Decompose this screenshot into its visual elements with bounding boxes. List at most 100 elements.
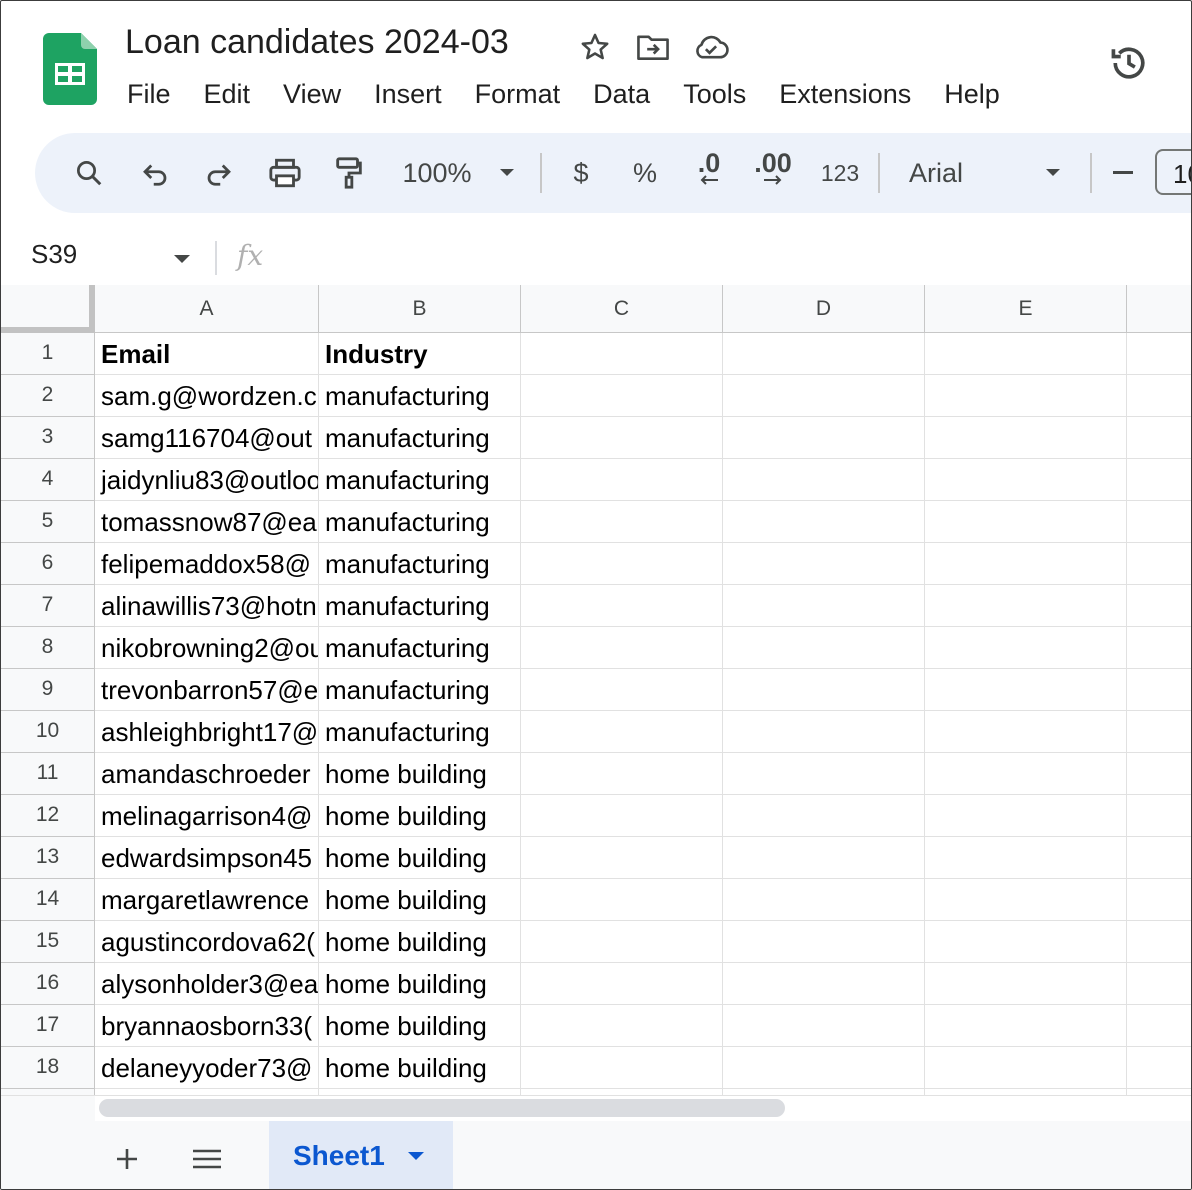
cell-b[interactable]: home building <box>319 879 521 921</box>
cell-d[interactable] <box>723 837 925 879</box>
cell-e[interactable] <box>925 1005 1127 1047</box>
cell-e[interactable] <box>925 543 1127 585</box>
column-header-e[interactable]: E <box>925 285 1127 333</box>
cell-f[interactable] <box>1127 669 1191 711</box>
star-icon[interactable] <box>575 29 615 65</box>
cell-c[interactable] <box>521 711 723 753</box>
cell-b[interactable]: manufacturing <box>319 417 521 459</box>
cell-a[interactable]: amandaschroeder <box>95 753 319 795</box>
cell-d[interactable] <box>723 711 925 753</box>
cell-b[interactable]: home building <box>319 837 521 879</box>
cell-c[interactable] <box>521 753 723 795</box>
cell-f[interactable] <box>1127 459 1191 501</box>
cell-d[interactable] <box>723 417 925 459</box>
column-header-d[interactable]: D <box>723 285 925 333</box>
column-header-a[interactable]: A <box>95 285 319 333</box>
zoom-dropdown-icon[interactable] <box>495 133 519 213</box>
cell-a[interactable]: ashleighbright17@ <box>95 711 319 753</box>
cell-d[interactable] <box>723 585 925 627</box>
cell-c[interactable] <box>521 585 723 627</box>
cell-b[interactable]: home building <box>319 1047 521 1089</box>
cell-d[interactable] <box>723 543 925 585</box>
cell-b[interactable]: home building <box>319 921 521 963</box>
cell-c[interactable] <box>521 375 723 417</box>
cell-b[interactable]: manufacturing <box>319 501 521 543</box>
cell-d[interactable] <box>723 921 925 963</box>
cell-e[interactable] <box>925 711 1127 753</box>
cell-c[interactable] <box>521 669 723 711</box>
cell-f[interactable] <box>1127 795 1191 837</box>
all-sheets-menu-icon[interactable] <box>179 1131 235 1187</box>
cell-c[interactable] <box>521 1005 723 1047</box>
row-header[interactable]: 2 <box>1 375 95 417</box>
row-header[interactable]: 7 <box>1 585 95 627</box>
currency-format-button[interactable]: $ <box>563 133 599 213</box>
cell-f[interactable] <box>1127 921 1191 963</box>
sheets-logo-icon[interactable] <box>43 33 97 105</box>
more-formats-button[interactable]: 123 <box>815 133 865 213</box>
cell-a[interactable]: sam.g@wordzen.c <box>95 375 319 417</box>
cell-a[interactable]: alysonholder3@ea <box>95 963 319 1005</box>
cell-a[interactable]: agustincordova62( <box>95 921 319 963</box>
cell-c[interactable] <box>521 543 723 585</box>
menu-edit[interactable]: Edit <box>194 75 261 114</box>
select-all-corner[interactable] <box>1 285 95 333</box>
row-header[interactable]: 10 <box>1 711 95 753</box>
cell-b[interactable]: manufacturing <box>319 543 521 585</box>
cell-b[interactable]: manufacturing <box>319 375 521 417</box>
paint-format-icon[interactable] <box>329 133 369 213</box>
row-header[interactable]: 9 <box>1 669 95 711</box>
cell-f[interactable] <box>1127 585 1191 627</box>
row-header[interactable]: 12 <box>1 795 95 837</box>
cell-c[interactable] <box>521 501 723 543</box>
cell-b[interactable]: home building <box>319 963 521 1005</box>
row-header[interactable]: 5 <box>1 501 95 543</box>
cell-b[interactable]: home building <box>319 1005 521 1047</box>
cell-d[interactable] <box>723 879 925 921</box>
cell-e[interactable] <box>925 837 1127 879</box>
cell-e[interactable] <box>925 627 1127 669</box>
menu-view[interactable]: View <box>273 75 351 114</box>
cell-b[interactable]: Industry <box>319 333 521 375</box>
column-header-c[interactable]: C <box>521 285 723 333</box>
cell-e[interactable] <box>925 501 1127 543</box>
name-box-dropdown-icon[interactable] <box>173 251 191 269</box>
decrease-decimal-button[interactable]: .0 <box>687 133 731 213</box>
cell-e[interactable] <box>925 921 1127 963</box>
percent-format-button[interactable]: % <box>627 133 663 213</box>
row-header[interactable]: 14 <box>1 879 95 921</box>
font-size-input[interactable]: 10 <box>1155 149 1191 195</box>
menu-insert[interactable]: Insert <box>364 75 452 114</box>
menu-tools[interactable]: Tools <box>673 75 756 114</box>
row-header[interactable]: 6 <box>1 543 95 585</box>
cell-f[interactable] <box>1127 333 1191 375</box>
cell-e[interactable] <box>925 333 1127 375</box>
menu-extensions[interactable]: Extensions <box>769 75 921 114</box>
cell-e[interactable] <box>925 753 1127 795</box>
document-title[interactable]: Loan candidates 2024-03 <box>125 23 509 62</box>
row-header[interactable]: 13 <box>1 837 95 879</box>
cell-e[interactable] <box>925 1047 1127 1089</box>
column-header-b[interactable]: B <box>319 285 521 333</box>
cell-d[interactable] <box>723 459 925 501</box>
cell-c[interactable] <box>521 1047 723 1089</box>
font-family-select[interactable]: Arial <box>909 133 973 213</box>
cell-b[interactable]: home building <box>319 795 521 837</box>
cell-e[interactable] <box>925 585 1127 627</box>
move-to-folder-icon[interactable] <box>633 29 673 65</box>
horizontal-scrollbar-thumb[interactable] <box>99 1099 785 1117</box>
cell-f[interactable] <box>1127 375 1191 417</box>
cell-c[interactable] <box>521 627 723 669</box>
cell-d[interactable] <box>723 627 925 669</box>
cell-f[interactable] <box>1127 1047 1191 1089</box>
redo-icon[interactable] <box>199 133 239 213</box>
cell-f[interactable] <box>1127 1005 1191 1047</box>
cell-a[interactable]: melinagarrison4@ <box>95 795 319 837</box>
row-header[interactable]: 18 <box>1 1047 95 1089</box>
cell-d[interactable] <box>723 669 925 711</box>
row-header[interactable]: 17 <box>1 1005 95 1047</box>
cell-e[interactable] <box>925 963 1127 1005</box>
cell-e[interactable] <box>925 375 1127 417</box>
cloud-saved-icon[interactable] <box>691 29 731 65</box>
increase-decimal-button[interactable]: .00 <box>747 133 799 213</box>
